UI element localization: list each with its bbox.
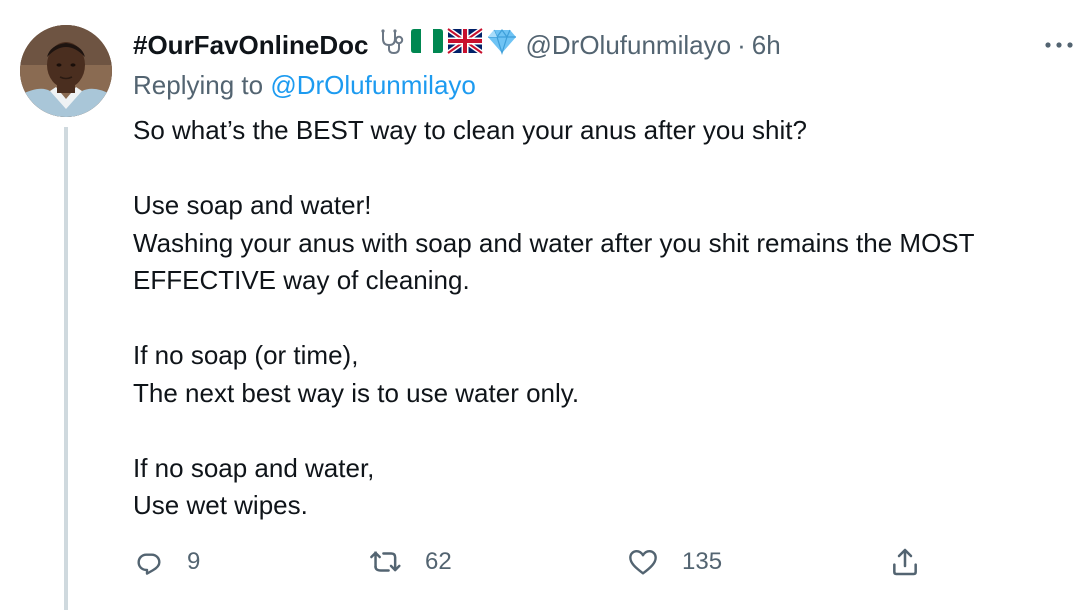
tweet-header: #OurFavOnlineDoc @DrOlufunmilayo · 6h bbox=[133, 26, 781, 64]
retweet-button[interactable]: 62 bbox=[369, 540, 452, 584]
handle[interactable]: @DrOlufunmilayo bbox=[526, 28, 732, 62]
reply-count: 9 bbox=[187, 548, 201, 575]
text-line: If no soap (or time), bbox=[133, 340, 359, 370]
avatar[interactable] bbox=[20, 25, 112, 117]
thread-line bbox=[64, 127, 68, 610]
text-line: Use wet wipes. bbox=[133, 490, 308, 520]
replying-to: Replying to @DrOlufunmilayo bbox=[133, 68, 476, 102]
retweet-icon bbox=[370, 551, 401, 572]
nigeria-flag-icon bbox=[410, 28, 444, 62]
reply-icon bbox=[137, 553, 161, 575]
text-line: Use soap and water! bbox=[133, 190, 372, 220]
heart-icon bbox=[629, 550, 657, 575]
replying-to-link[interactable]: @DrOlufunmilayo bbox=[270, 70, 476, 100]
name-badges bbox=[377, 26, 518, 64]
tweet: #OurFavOnlineDoc @DrOlufunmilayo · 6h Re… bbox=[0, 0, 1080, 610]
more-icon bbox=[1045, 42, 1073, 48]
display-name[interactable]: #OurFavOnlineDoc bbox=[133, 28, 369, 62]
stethoscope-icon bbox=[377, 26, 407, 64]
like-count: 135 bbox=[682, 548, 723, 575]
retweet-count: 62 bbox=[425, 548, 452, 575]
tweet-text: So what’s the BEST way to clean your anu… bbox=[133, 112, 1063, 525]
more-options-button[interactable] bbox=[1043, 30, 1075, 60]
action-bar: 9 62 135 bbox=[133, 540, 933, 584]
share-icon bbox=[893, 548, 917, 576]
replying-prefix: Replying to bbox=[133, 70, 264, 100]
timestamp[interactable]: 6h bbox=[752, 28, 781, 62]
avatar-photo bbox=[20, 25, 112, 117]
reply-button[interactable]: 9 bbox=[133, 540, 200, 584]
text-line: Washing your anus with soap and water af… bbox=[133, 227, 975, 258]
text-line: EFFECTIVE way of cleaning. bbox=[133, 265, 470, 295]
gem-icon bbox=[486, 27, 518, 63]
text-line: If no soap and water, bbox=[133, 452, 375, 483]
like-button[interactable]: 135 bbox=[626, 540, 722, 584]
text-line: So what’s the BEST way to clean your anu… bbox=[133, 115, 807, 145]
separator-dot: · bbox=[737, 30, 746, 60]
text-line: The next best way is to use water only. bbox=[133, 377, 580, 408]
share-button[interactable] bbox=[889, 540, 921, 584]
uk-flag-icon bbox=[446, 26, 483, 62]
